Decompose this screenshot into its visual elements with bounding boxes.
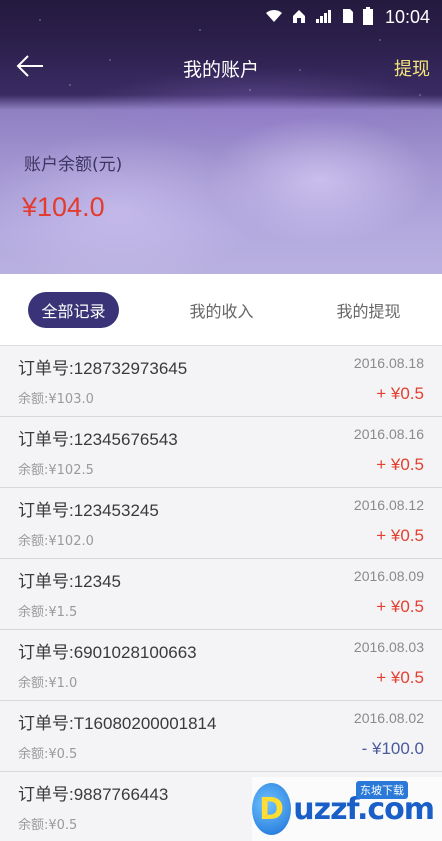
list-item[interactable]: 订单号:T16080200001814 2016.08.02 余额:¥0.5 -… bbox=[0, 701, 442, 772]
balance-amount: ¥104.0 bbox=[22, 192, 105, 222]
battery-icon bbox=[362, 6, 373, 28]
order-number: 订单号:9887766443 bbox=[18, 785, 169, 804]
record-balance: 余额:¥1.5 bbox=[18, 605, 78, 620]
sim-icon bbox=[341, 8, 355, 27]
record-tabs: 全部记录 我的收入 我的提现 bbox=[0, 274, 442, 346]
record-amount: + ¥0.5 bbox=[376, 384, 424, 403]
page-title: 我的账户 bbox=[182, 58, 259, 81]
watermark-subtitle: 东坡下载 bbox=[356, 781, 408, 799]
order-number: 订单号:123453245 bbox=[18, 501, 159, 520]
list-item[interactable]: 订单号:123453245 2016.08.12 余额:¥102.0 + ¥0.… bbox=[0, 488, 442, 559]
record-date: 2016.08.18 bbox=[353, 355, 424, 371]
status-time: 10:04 bbox=[384, 6, 430, 27]
record-balance: 余额:¥0.5 bbox=[18, 747, 78, 762]
watermark-logo-icon: D bbox=[252, 783, 292, 835]
record-date: 2016.08.09 bbox=[353, 568, 424, 584]
record-balance: 余额:¥0.5 bbox=[18, 818, 78, 833]
order-number: 订单号:12345 bbox=[18, 572, 121, 591]
tab-all-records[interactable]: 全部记录 bbox=[28, 292, 119, 328]
record-amount: + ¥0.5 bbox=[376, 455, 424, 474]
record-date: 2016.08.16 bbox=[353, 426, 424, 442]
status-bar: 10:04 bbox=[0, 0, 442, 34]
list-item[interactable]: 订单号:12345 2016.08.09 余额:¥1.5 + ¥0.5 bbox=[0, 559, 442, 630]
navigation-bar: 我的账户 提现 bbox=[0, 34, 442, 102]
order-number: 订单号:128732973645 bbox=[18, 359, 188, 378]
record-date: 2016.08.03 bbox=[353, 639, 424, 655]
record-amount: + ¥0.5 bbox=[376, 526, 424, 545]
list-item[interactable]: 订单号:12345676543 2016.08.16 余额:¥102.5 + ¥… bbox=[0, 417, 442, 488]
list-item[interactable]: 订单号:128732973645 2016.08.18 余额:¥103.0 + … bbox=[0, 346, 442, 417]
record-amount: + ¥0.5 bbox=[376, 597, 424, 616]
withdraw-button[interactable]: 提现 bbox=[394, 34, 430, 102]
records-list: 订单号:128732973645 2016.08.18 余额:¥103.0 + … bbox=[0, 346, 442, 841]
tab-my-withdrawals[interactable]: 我的提现 bbox=[323, 292, 414, 328]
back-button[interactable] bbox=[10, 48, 50, 88]
wifi-icon bbox=[265, 8, 283, 27]
order-number: 订单号:T16080200001814 bbox=[18, 714, 217, 733]
record-balance: 余额:¥102.0 bbox=[18, 534, 94, 549]
back-arrow-icon bbox=[16, 54, 44, 82]
record-balance: 余额:¥102.5 bbox=[18, 463, 94, 478]
record-date: 2016.08.02 bbox=[353, 710, 424, 726]
home-icon bbox=[291, 8, 307, 27]
signal-icon bbox=[315, 8, 333, 27]
list-item[interactable]: 订单号:6901028100663 2016.08.03 余额:¥1.0 + ¥… bbox=[0, 630, 442, 701]
record-amount: + ¥0.5 bbox=[376, 668, 424, 687]
tab-my-income[interactable]: 我的收入 bbox=[176, 292, 267, 328]
site-watermark: 东坡下载 D uzzf.com bbox=[252, 777, 442, 841]
balance-label: 账户余额(元) bbox=[24, 155, 123, 175]
order-number: 订单号:6901028100663 bbox=[18, 643, 197, 662]
record-balance: 余额:¥103.0 bbox=[18, 392, 94, 407]
order-number: 订单号:12345676543 bbox=[18, 430, 178, 449]
record-amount: - ¥100.0 bbox=[361, 739, 424, 758]
record-balance: 余额:¥1.0 bbox=[18, 676, 78, 691]
record-date: 2016.08.12 bbox=[353, 497, 424, 513]
